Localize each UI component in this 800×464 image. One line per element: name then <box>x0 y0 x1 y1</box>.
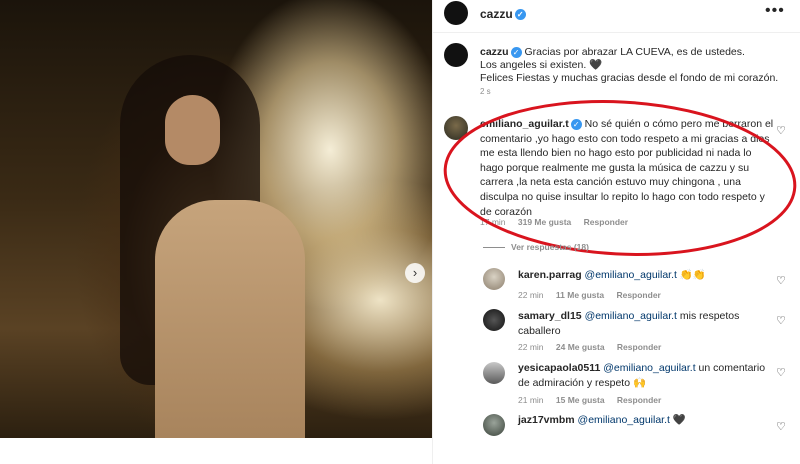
caption-avatar[interactable] <box>444 43 468 67</box>
photo-body <box>155 200 305 438</box>
reply-avatar[interactable] <box>483 362 505 384</box>
reply-2-text-2: caballero <box>518 324 561 337</box>
caption-verified-icon: ✓ <box>510 46 522 58</box>
reply-4-text: 🖤 <box>669 414 686 426</box>
reply-2-likes[interactable]: 24 Me gusta <box>556 342 605 352</box>
reply-3-text: un comentario <box>695 362 766 374</box>
reply-1-reply-button[interactable]: Responder <box>616 290 660 300</box>
reply-3-username[interactable]: yesicapaola0511 <box>518 362 600 374</box>
reply-3-text-2: de admiración y respeto 🙌 <box>518 376 647 389</box>
replies-toggle-line <box>483 247 505 249</box>
reply-2-heart-icon[interactable]: ♡ <box>776 314 786 327</box>
reply-4-username[interactable]: jaz17vmbm <box>518 414 575 426</box>
header-username[interactable]: cazzu ✓ <box>480 7 526 21</box>
reply-3: yesicapaola0511 @emiliano_aguilar.t un c… <box>518 361 773 390</box>
post-photo[interactable] <box>0 0 432 438</box>
reply-4-heart-icon[interactable]: ♡ <box>776 420 786 433</box>
reply-2-mention[interactable]: @emiliano_aguilar.t <box>585 310 677 322</box>
reply-2-username[interactable]: samary_dl15 <box>518 310 582 322</box>
reply-3-heart-icon[interactable]: ♡ <box>776 366 786 379</box>
photo-face <box>165 95 220 165</box>
caption-line-3: Felices Fiestas y muchas gracias desde e… <box>480 72 779 84</box>
reply-4-mention[interactable]: @emiliano_aguilar.t <box>578 414 670 426</box>
replies-toggle-label[interactable]: Ver respuestas (18) <box>511 242 589 252</box>
caption-line-1: Gracias por abrazar LA CUEVA, es de uste… <box>524 46 745 58</box>
caption-username[interactable]: cazzu <box>480 46 509 58</box>
reply-avatar[interactable] <box>483 268 505 290</box>
header-username-text[interactable]: cazzu <box>480 7 513 21</box>
view-replies-toggle[interactable]: Ver respuestas (18) <box>483 242 589 252</box>
reply-1-time: 22 min <box>518 290 544 300</box>
reply-1-username[interactable]: karen.parrag <box>518 269 582 281</box>
red-annotation-ellipse <box>443 100 797 256</box>
reply-2: samary_dl15 @emiliano_aguilar.t mis resp… <box>518 309 773 338</box>
reply-1: karen.parrag @emiliano_aguilar.t 👏👏 <box>518 268 773 283</box>
reply-3-mention[interactable]: @emiliano_aguilar.t <box>603 362 695 374</box>
ellipsis-icon[interactable]: ••• <box>765 2 785 20</box>
reply-1-likes[interactable]: 11 Me gusta <box>556 290 604 300</box>
reply-1-mention[interactable]: @emiliano_aguilar.t <box>585 269 677 281</box>
reply-1-heart-icon[interactable]: ♡ <box>776 274 786 287</box>
photo-bottom-band <box>0 438 432 464</box>
reply-2-time: 22 min <box>518 342 544 352</box>
reply-3-time: 21 min <box>518 395 544 405</box>
reply-2-text: mis respetos <box>676 310 740 322</box>
reply-avatar[interactable] <box>483 309 505 331</box>
next-photo-icon[interactable]: › <box>405 263 425 283</box>
reply-4: jaz17vmbm @emiliano_aguilar.t 🖤 <box>518 413 773 428</box>
reply-2-reply-button[interactable]: Responder <box>617 342 661 352</box>
reply-3-reply-button[interactable]: Responder <box>617 395 661 405</box>
reply-1-text: 👏👏 <box>676 269 707 281</box>
header-avatar[interactable] <box>444 1 468 25</box>
header-divider <box>433 32 800 33</box>
reply-3-likes[interactable]: 15 Me gusta <box>556 395 605 405</box>
caption-time: 2 s <box>480 87 491 96</box>
caption-line-2: Los angeles si existen. 🖤 <box>480 59 603 71</box>
verified-badge-icon: ✓ <box>514 9 526 21</box>
reply-2-meta: 22 min 24 Me gusta Responder <box>518 342 671 352</box>
post-caption: cazzu ✓ Gracias por abrazar LA CUEVA, es … <box>480 46 780 98</box>
reply-avatar[interactable] <box>483 414 505 436</box>
reply-1-meta: 22 min 11 Me gusta Responder <box>518 290 671 300</box>
reply-3-meta: 21 min 15 Me gusta Responder <box>518 395 671 405</box>
